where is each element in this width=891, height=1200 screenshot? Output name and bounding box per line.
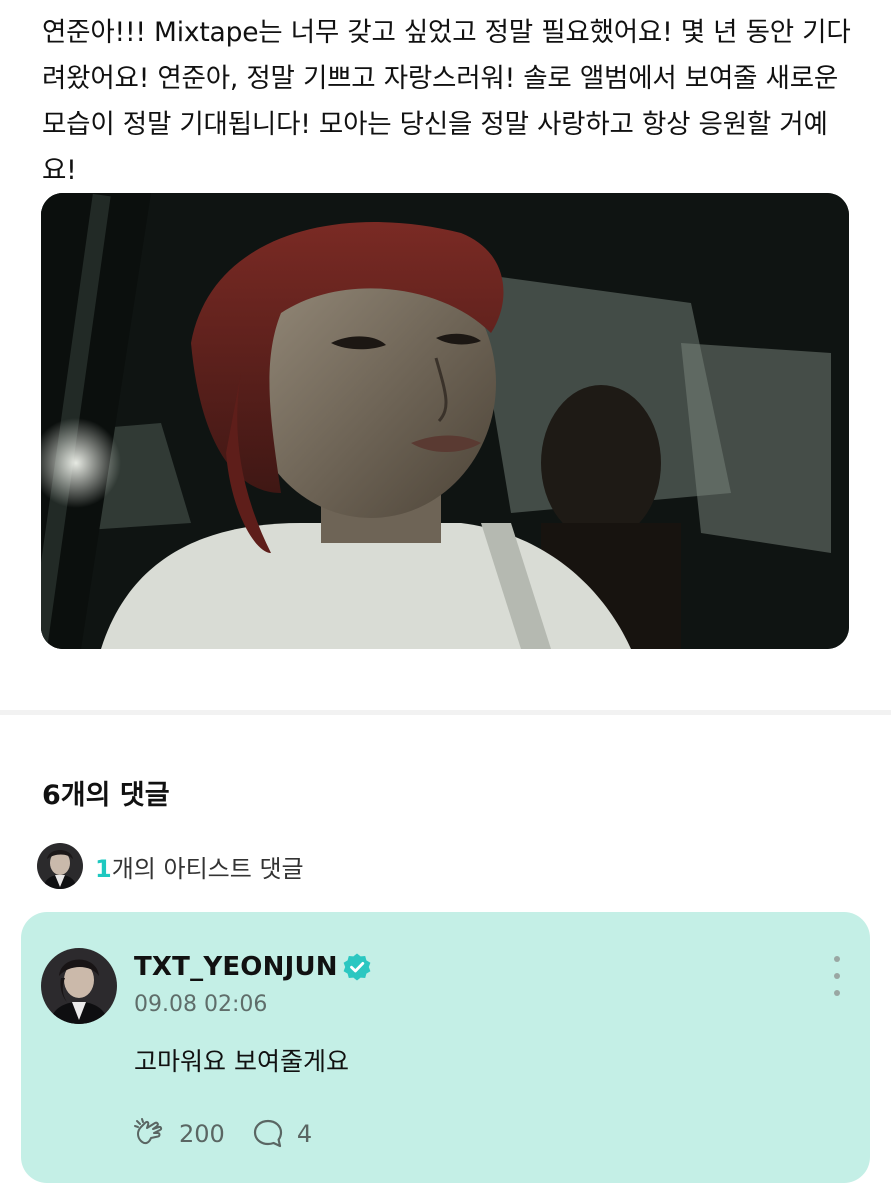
artist-comment-card: TXT_YEONJUN 09.08 02:06 고마워요 보여줄게요 200 4 [21, 912, 870, 1183]
comment-username[interactable]: TXT_YEONJUN [134, 952, 338, 982]
commenter-avatar[interactable] [41, 948, 117, 1024]
section-divider [0, 710, 891, 715]
artist-comments-summary[interactable]: 1개의 아티스트 댓글 [37, 843, 304, 889]
post-photo[interactable] [41, 193, 849, 649]
comment-actions: 200 4 [133, 1117, 338, 1151]
comment-author[interactable]: TXT_YEONJUN [134, 952, 372, 982]
more-vertical-icon[interactable] [826, 956, 848, 996]
artist-avatar [37, 843, 83, 889]
like-hands-icon [134, 1118, 163, 1145]
comments-count-heading: 6개의 댓글 [42, 780, 170, 811]
comment-text: 고마워요 보여줄게요 [134, 1047, 349, 1076]
like-count: 200 [179, 1120, 225, 1148]
car-window-portrait-photo [41, 193, 849, 649]
verified-check-icon [343, 953, 371, 981]
post-text: 연준아!!! Mixtape는 너무 갖고 싶었고 정말 필요했어요! 몇 년 … [42, 17, 851, 186]
reply-count: 4 [296, 1120, 313, 1148]
artist-comment-count: 1 [95, 854, 112, 883]
like-button[interactable]: 200 [133, 1117, 225, 1151]
artist-comment-count-label: 개의 아티스트 댓글 [111, 854, 304, 883]
speech-bubble-icon [253, 1119, 282, 1148]
reply-button[interactable]: 4 [251, 1117, 312, 1151]
comment-timestamp: 09.08 02:06 [134, 992, 268, 1017]
artist-comments-label: 1개의 아티스트 댓글 [95, 849, 304, 884]
